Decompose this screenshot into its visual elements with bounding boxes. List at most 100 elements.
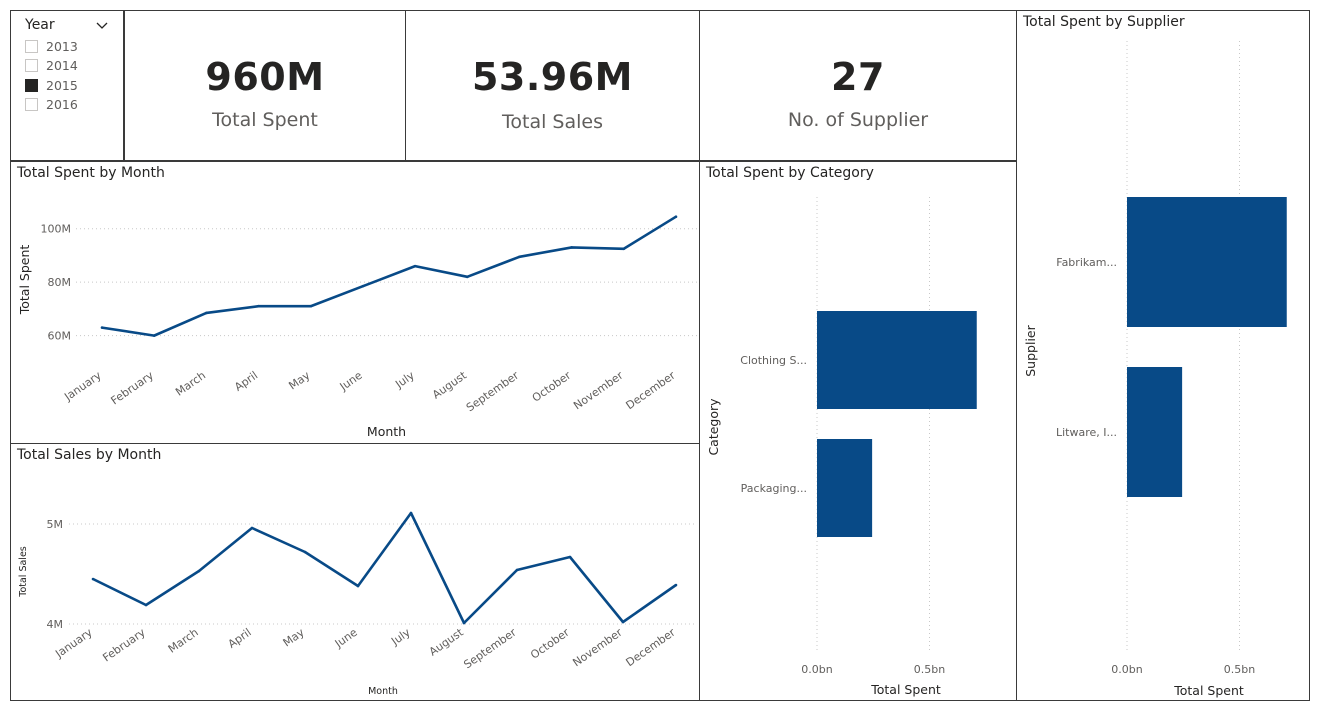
y-tick-label: 5M bbox=[47, 518, 64, 531]
data-point bbox=[515, 568, 519, 572]
year-slicer: Year 2013 2014 2015 2016 bbox=[10, 10, 124, 161]
kpi-label: No. of Supplier bbox=[787, 109, 929, 131]
bar-chart-category: 0.0bn 0.5bn Clothing S... Packaging... Total… bbox=[706, 197, 977, 697]
chart-sales-by-month: Total Sales by Month 4M 5M January February… bbox=[10, 443, 700, 701]
x-tick-label: July bbox=[388, 626, 413, 649]
kpi-value: 960M bbox=[205, 55, 325, 99]
x-tick-label: September bbox=[464, 369, 522, 415]
x-tick-label: February bbox=[109, 369, 157, 408]
line-chart-sales-month: 4M5MJanuary February March April May June July… bbox=[18, 511, 697, 697]
y-axis-title: Total Spent bbox=[17, 245, 32, 316]
data-point bbox=[303, 550, 307, 554]
bar bbox=[1127, 367, 1183, 497]
data-point bbox=[100, 326, 104, 329]
chart-spent-by-supplier: Total Spent by Supplier 0.0bn 0.5bn Fabrik… bbox=[1016, 10, 1310, 701]
data-point bbox=[674, 215, 678, 218]
y-axis-title: Total Sales bbox=[18, 546, 29, 598]
checkbox[interactable] bbox=[25, 59, 38, 72]
data-point bbox=[144, 603, 148, 607]
data-point bbox=[570, 246, 573, 249]
option-label: 2016 bbox=[46, 97, 78, 112]
x-tick-label: May bbox=[286, 369, 312, 393]
checkbox[interactable] bbox=[25, 79, 38, 92]
option-label: 2014 bbox=[46, 58, 78, 73]
x-tick-label: November bbox=[570, 626, 625, 670]
data-point bbox=[356, 584, 360, 588]
x-tick-label: June bbox=[332, 626, 360, 651]
y-axis-title: Category bbox=[706, 398, 721, 456]
category-label: Fabrikam... bbox=[1056, 256, 1117, 269]
data-point bbox=[462, 621, 466, 625]
x-tick-label: 0.5bn bbox=[1224, 663, 1255, 676]
y-axis-title: Supplier bbox=[1023, 324, 1038, 376]
bar bbox=[817, 311, 977, 409]
x-tick-label: August bbox=[430, 368, 470, 401]
data-point bbox=[674, 583, 678, 587]
checkbox[interactable] bbox=[25, 98, 38, 111]
x-tick-label: July bbox=[392, 369, 417, 392]
checkbox[interactable] bbox=[25, 40, 38, 53]
kpi-value: 53.96M bbox=[471, 55, 633, 99]
x-tick-label: January bbox=[61, 369, 104, 404]
x-tick-label: August bbox=[427, 625, 467, 658]
x-tick-label: April bbox=[226, 626, 254, 651]
category-label: Litware, I... bbox=[1056, 426, 1117, 439]
data-point bbox=[91, 577, 95, 581]
data-point bbox=[568, 555, 572, 559]
line-chart-spent-month: 60M 80M 100M January February March April May Ju… bbox=[17, 215, 697, 439]
kpi-card-total-sales: 53.96M Total Sales bbox=[405, 10, 700, 161]
x-axis-title: Total Spent bbox=[870, 682, 941, 697]
x-tick-label: March bbox=[166, 626, 201, 656]
x-tick-label: December bbox=[624, 626, 679, 670]
slicer-title: Year bbox=[25, 17, 55, 33]
x-tick-label: September bbox=[461, 626, 519, 672]
data-point bbox=[205, 311, 208, 315]
x-tick-label: October bbox=[530, 369, 574, 405]
x-tick-label: October bbox=[528, 626, 572, 662]
y-tick-label: 4M bbox=[47, 618, 64, 631]
y-tick-label: 80M bbox=[48, 276, 72, 289]
bar bbox=[817, 439, 873, 537]
data-point bbox=[622, 247, 626, 251]
data-point bbox=[413, 264, 417, 268]
kpi-card-total-spent: 960M Total Spent bbox=[124, 10, 406, 161]
data-point bbox=[361, 284, 365, 288]
x-tick-label: May bbox=[281, 626, 307, 650]
data-point bbox=[409, 511, 413, 515]
data-point bbox=[621, 620, 625, 624]
category-label: Packaging... bbox=[741, 482, 807, 495]
y-tick-label: 100M bbox=[41, 223, 72, 236]
series-line bbox=[92, 511, 677, 625]
chevron-down-icon[interactable] bbox=[95, 19, 109, 33]
kpi-value: 27 bbox=[831, 55, 885, 99]
data-point bbox=[250, 526, 254, 530]
slicer-option-2016[interactable]: 2016 bbox=[25, 97, 78, 112]
series-line bbox=[101, 215, 677, 337]
kpi-label: Total Spent bbox=[212, 109, 318, 131]
option-label: 2015 bbox=[46, 78, 78, 93]
x-tick-label: April bbox=[232, 369, 260, 394]
bar bbox=[1127, 197, 1287, 327]
x-tick-label: February bbox=[100, 626, 148, 665]
x-tick-label: 0.0bn bbox=[1111, 663, 1142, 676]
x-tick-label: June bbox=[337, 369, 365, 394]
option-label: 2013 bbox=[46, 39, 78, 54]
kpi-label: Total Sales bbox=[502, 111, 603, 133]
slicer-option-2015[interactable]: 2015 bbox=[25, 78, 78, 93]
data-point bbox=[197, 569, 201, 573]
x-tick-label: March bbox=[173, 369, 208, 399]
data-point bbox=[309, 304, 313, 308]
x-tick-label: 0.0bn bbox=[801, 663, 832, 676]
y-tick-label: 60M bbox=[48, 330, 72, 343]
x-tick-label: November bbox=[571, 369, 626, 413]
x-axis-title: Total Spent bbox=[1173, 683, 1244, 698]
data-point bbox=[152, 334, 156, 337]
slicer-option-2014[interactable]: 2014 bbox=[25, 58, 78, 73]
x-axis-title: Month bbox=[367, 424, 406, 439]
x-tick-label: December bbox=[624, 369, 679, 413]
x-axis-title: Month bbox=[368, 686, 398, 697]
data-point bbox=[257, 304, 260, 308]
data-point bbox=[465, 275, 469, 279]
data-point bbox=[518, 255, 521, 259]
slicer-option-2013[interactable]: 2013 bbox=[25, 39, 78, 54]
